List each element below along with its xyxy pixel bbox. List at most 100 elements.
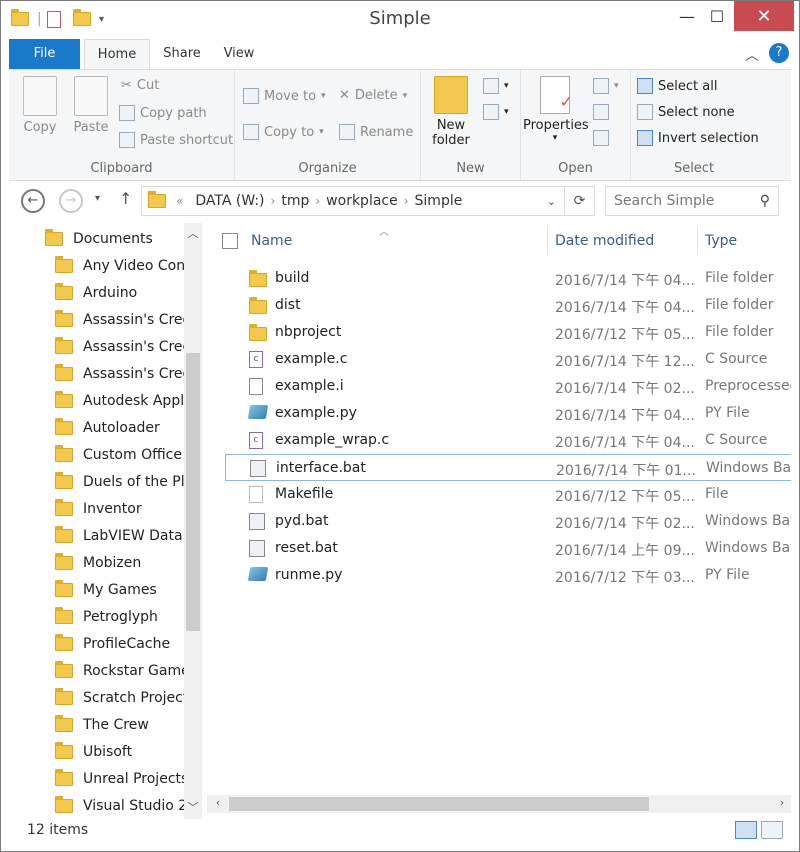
folder-icon xyxy=(55,471,73,489)
recent-locations-chevron-icon[interactable]: ▾ xyxy=(95,193,100,204)
tree-item[interactable]: Ubisoft xyxy=(55,738,205,765)
folder-icon xyxy=(55,714,73,732)
copy-path-button[interactable]: Copy path xyxy=(119,105,207,121)
tree-item[interactable]: My Games xyxy=(55,576,205,603)
column-divider[interactable] xyxy=(697,227,698,255)
search-icon[interactable]: ⚲ xyxy=(760,187,770,215)
tree-item[interactable]: Assassin's Creed xyxy=(55,333,205,360)
tree-item[interactable]: Inventor xyxy=(55,495,205,522)
tree-item[interactable]: ProfileCache xyxy=(55,630,205,657)
delete-button[interactable]: ✕ Delete ▾ xyxy=(339,88,407,103)
minimize-button[interactable]: — xyxy=(671,1,703,31)
details-view-icon[interactable] xyxy=(735,821,757,839)
maximize-button[interactable]: ☐ xyxy=(701,1,733,31)
copy-button[interactable]: Copy xyxy=(17,76,63,135)
column-divider[interactable] xyxy=(547,227,548,255)
tree-item[interactable]: Mobizen xyxy=(55,549,205,576)
table-row[interactable]: Makefile 2016/7/12 下午 05... File xyxy=(225,481,791,508)
search-input[interactable]: Search Simple ⚲ xyxy=(605,186,779,216)
open-button[interactable]: ▾ xyxy=(593,78,619,94)
back-button[interactable]: ← xyxy=(21,189,45,213)
rename-button[interactable]: Rename xyxy=(339,124,413,140)
folder-icon xyxy=(55,552,73,570)
table-row[interactable]: example.py 2016/7/14 下午 04... PY File xyxy=(225,400,791,427)
tree-item[interactable]: Arduino xyxy=(55,279,205,306)
tree-item[interactable]: Any Video Conv xyxy=(55,252,205,279)
table-row[interactable]: example.i 2016/7/14 下午 02... Preprocessed xyxy=(225,373,791,400)
scroll-left-icon[interactable]: ‹ xyxy=(209,796,227,809)
table-row[interactable]: nbproject 2016/7/12 下午 05... File folder xyxy=(225,319,791,346)
invert-selection-button[interactable]: Invert selection xyxy=(637,130,759,146)
help-icon[interactable]: ? xyxy=(769,43,789,63)
tree-item[interactable]: Rockstar Games xyxy=(55,657,205,684)
paste-shortcut-button[interactable]: Paste shortcut xyxy=(119,132,233,148)
table-row[interactable]: interface.bat 2016/7/14 下午 01... Windows B… xyxy=(225,454,791,481)
navigation-scrollbar[interactable]: ︿ ﹀ xyxy=(184,223,202,819)
breadcrumb-workplace[interactable]: workplace xyxy=(326,193,398,209)
move-to-button[interactable]: Move to ▾ xyxy=(243,88,326,104)
paste-button[interactable]: Paste xyxy=(67,76,115,135)
new-folder-button[interactable]: New folder xyxy=(425,76,477,148)
table-row[interactable]: c example.c 2016/7/14 下午 12... C Source xyxy=(225,346,791,373)
tree-item[interactable]: Documents xyxy=(45,225,205,252)
cut-button[interactable]: ✂ Cut xyxy=(121,78,159,93)
breadcrumb-tmp[interactable]: tmp xyxy=(281,193,309,209)
tree-item[interactable]: Assassin's Creed xyxy=(55,360,205,387)
column-header-date-modified[interactable]: Date modified xyxy=(555,223,654,259)
address-bar[interactable]: « DATA (W:) › tmp › workplace › Simple ⌄ xyxy=(141,186,565,216)
table-row[interactable]: build 2016/7/14 下午 04... File folder xyxy=(225,265,791,292)
up-button[interactable]: ↑ xyxy=(119,189,132,208)
column-header-name[interactable]: Name xyxy=(251,223,292,259)
tree-item[interactable]: The Crew xyxy=(55,711,205,738)
close-button[interactable]: ✕ xyxy=(734,1,794,31)
new-folder-icon xyxy=(434,76,468,114)
scroll-up-icon[interactable]: ︿ xyxy=(184,225,202,241)
select-all-checkbox[interactable] xyxy=(222,233,238,249)
copy-to-button[interactable]: Copy to ▾ xyxy=(243,124,324,140)
tree-item-label: Assassin's Creed xyxy=(83,311,201,328)
tree-item[interactable]: Assassin's Creed xyxy=(55,306,205,333)
properties-button[interactable]: ✓ Properties ▾ xyxy=(523,76,589,143)
horizontal-scroll-thumb[interactable] xyxy=(229,797,649,811)
tab-home[interactable]: Home xyxy=(84,39,150,70)
refresh-button[interactable]: ⟳ xyxy=(565,186,595,216)
tree-item[interactable]: Custom Office T xyxy=(55,441,205,468)
file-list-horizontal-scrollbar[interactable]: ‹ › xyxy=(207,795,791,813)
table-row[interactable]: dist 2016/7/14 下午 04... File folder xyxy=(225,292,791,319)
table-row[interactable]: reset.bat 2016/7/14 上午 09... Windows Bat xyxy=(225,535,791,562)
tree-item[interactable]: Visual Studio 20 xyxy=(55,792,205,819)
navigation-scroll-thumb[interactable] xyxy=(186,353,200,631)
breadcrumb-data-drive[interactable]: DATA (W:) xyxy=(195,193,264,209)
address-dropdown-icon[interactable]: ⌄ xyxy=(547,195,556,208)
collapse-ribbon-icon[interactable]: ︿ xyxy=(745,45,759,65)
table-row[interactable]: runme.py 2016/7/12 下午 03... PY File xyxy=(225,562,791,589)
table-row[interactable]: pyd.bat 2016/7/14 下午 02... Windows Bat xyxy=(225,508,791,535)
tree-item[interactable]: Petroglyph xyxy=(55,603,205,630)
breadcrumb-separator-icon[interactable]: › xyxy=(315,194,320,208)
table-row[interactable]: c example_wrap.c 2016/7/14 下午 04... C Sourc… xyxy=(225,427,791,454)
select-all-button[interactable]: Select all xyxy=(637,78,717,94)
breadcrumb-separator-icon[interactable]: › xyxy=(404,194,409,208)
easy-access-button[interactable]: ▾ xyxy=(483,104,509,120)
tree-item[interactable]: Autoloader xyxy=(55,414,205,441)
tree-item[interactable]: Unreal Projects xyxy=(55,765,205,792)
column-header-type[interactable]: Type xyxy=(705,223,737,259)
history-button[interactable] xyxy=(593,130,609,146)
tree-item[interactable]: Autodesk Applic xyxy=(55,387,205,414)
tab-file[interactable]: File xyxy=(9,39,80,69)
large-icons-view-icon[interactable] xyxy=(761,821,783,839)
address-overflow[interactable]: « xyxy=(176,194,183,208)
breadcrumb-simple[interactable]: Simple xyxy=(415,193,463,209)
new-item-button[interactable]: ▾ xyxy=(483,78,509,94)
tab-view[interactable]: View xyxy=(216,39,262,69)
tab-share[interactable]: Share xyxy=(159,39,205,69)
breadcrumb-separator-icon[interactable]: › xyxy=(271,194,276,208)
edit-button[interactable] xyxy=(593,104,609,120)
tree-item[interactable]: LabVIEW Data xyxy=(55,522,205,549)
tree-item[interactable]: Duels of the Pla xyxy=(55,468,205,495)
tree-item[interactable]: Scratch Projects xyxy=(55,684,205,711)
select-none-button[interactable]: Select none xyxy=(637,104,735,120)
forward-button[interactable]: → xyxy=(59,189,83,213)
scroll-right-icon[interactable]: › xyxy=(773,796,791,809)
scroll-down-icon[interactable]: ﹀ xyxy=(184,799,202,815)
